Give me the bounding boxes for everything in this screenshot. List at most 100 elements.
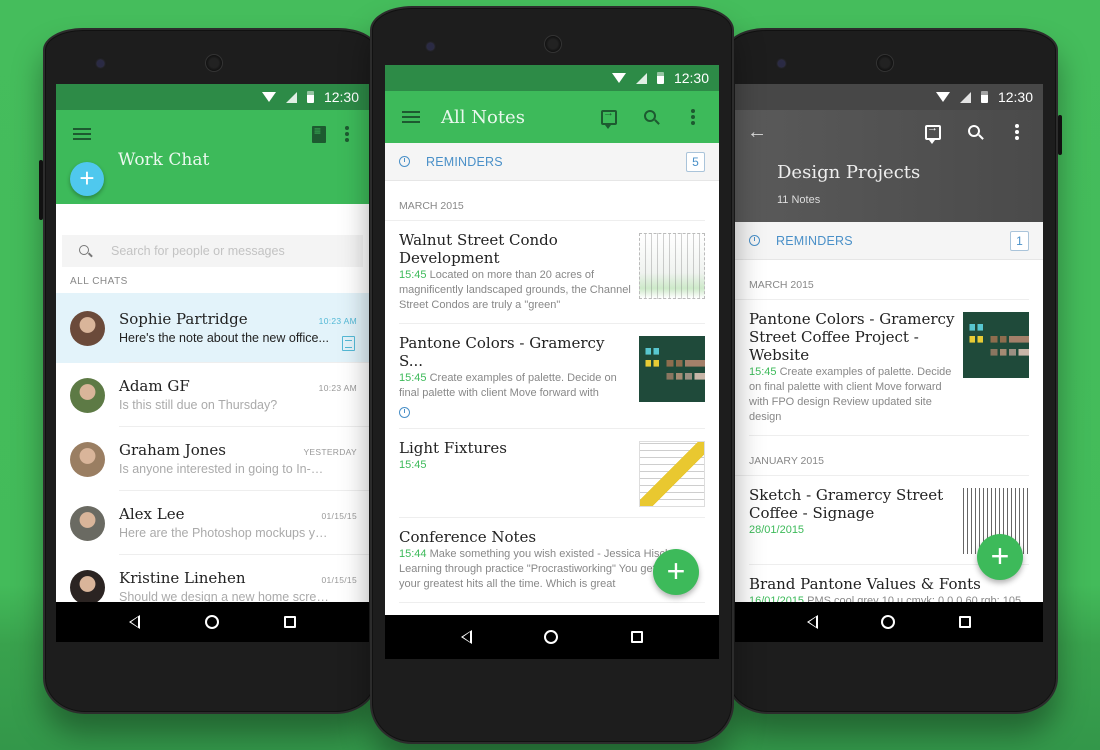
search-button[interactable] <box>963 120 987 144</box>
avatar <box>70 310 105 346</box>
note-title: Light Fixtures <box>399 439 507 457</box>
page-title: Work Chat <box>118 150 210 170</box>
note-thumbnail <box>639 441 705 507</box>
status-time: 12:30 <box>323 89 359 105</box>
note-snippet: 15:45 Create examples of palette. Decide… <box>749 365 957 425</box>
chat-header: Kristine Linehen 01/15/15 <box>119 569 357 587</box>
status-time: 12:30 <box>673 70 709 86</box>
chat-header: Sophie Partridge 10:23 AM <box>119 310 357 328</box>
kebab-icon <box>691 115 695 119</box>
alarm-icon <box>399 407 410 418</box>
home-nav-icon[interactable] <box>204 615 219 629</box>
chat-message: Is anyone interested in going to In-N-Ou… <box>119 462 329 476</box>
note-item[interactable]: Pantone Colors - Gramercy S... 15:45 Crea… <box>399 324 705 429</box>
note-snippet-text: Create examples of palette. Decide on fi… <box>399 372 617 399</box>
note-text: Pantone Colors - Gramercy S... 15:45 Crea… <box>399 334 639 418</box>
note-attachment-icon[interactable] <box>342 336 355 351</box>
signal-icon <box>959 91 971 103</box>
new-chat-button[interactable]: + <box>70 162 104 196</box>
menu-button[interactable] <box>70 122 94 146</box>
nav-bar <box>56 602 369 642</box>
battery-icon <box>980 91 988 103</box>
earpiece-speaker <box>876 54 894 72</box>
avatar <box>70 569 105 605</box>
note-timestamp: 15:45 <box>399 459 427 471</box>
power-button <box>1058 115 1062 155</box>
chat-name: Sophie Partridge <box>119 310 248 328</box>
note-thumbnail <box>639 336 705 402</box>
note-title: Sketch - Gramercy Street Coffee - Signag… <box>749 486 944 522</box>
notebook-button[interactable] <box>307 122 331 146</box>
avatar <box>70 441 105 477</box>
volume-button <box>39 160 43 220</box>
note-timestamp: 28/01/2015 <box>749 524 805 536</box>
document-icon <box>312 124 326 143</box>
status-time: 12:30 <box>997 89 1033 105</box>
note-snippet: 15:45 Located on more than 20 acres of m… <box>399 268 633 313</box>
back-nav-icon[interactable] <box>128 615 140 629</box>
note-text: Sketch - Gramercy Street Coffee - Signag… <box>749 486 963 554</box>
recents-nav-icon[interactable] <box>630 631 643 643</box>
reminders-bar[interactable]: REMINDERS 5 <box>385 143 719 181</box>
chat-time: 01/15/15 <box>321 511 357 521</box>
work-chat-button[interactable] <box>921 120 945 144</box>
chat-row[interactable]: Sophie Partridge 10:23 AM Here's the note … <box>56 293 369 363</box>
reminders-count: 5 <box>686 151 705 172</box>
search-bar[interactable] <box>62 235 363 267</box>
phone-design-projects: 12:30 ← Design Projects 11 Notes REMINDE… <box>726 28 1062 714</box>
recents-nav-icon[interactable] <box>959 616 972 628</box>
month-header: JANUARY 2015 <box>735 436 1029 476</box>
notes-list: MARCH 2015 Pantone Colors - Gramercy Stre… <box>735 260 1043 642</box>
reminders-bar[interactable]: REMINDERS 1 <box>735 222 1043 260</box>
recents-nav-icon[interactable] <box>284 616 297 628</box>
signal-icon <box>635 72 647 84</box>
new-note-button[interactable]: + <box>653 549 699 595</box>
work-chat-screen: 12:30 Work Chat + ALL CHATS Sophie Partr… <box>56 84 369 642</box>
note-text: Walnut Street Condo Development 15:45 Loc… <box>399 231 639 313</box>
back-nav-icon[interactable] <box>461 630 473 644</box>
reminders-label: REMINDERS <box>426 154 503 169</box>
note-item[interactable]: Walnut Street Condo Development 15:45 Loc… <box>399 221 705 324</box>
chat-body: Adam GF 10:23 AM Is this still due on Thur… <box>119 363 369 427</box>
home-nav-icon[interactable] <box>544 630 559 644</box>
month-header: MARCH 2015 <box>385 181 705 221</box>
chat-list: Sophie Partridge 10:23 AM Here's the note … <box>56 293 369 619</box>
back-button[interactable]: ← <box>745 120 769 144</box>
search-input[interactable] <box>111 244 311 258</box>
home-nav-icon[interactable] <box>881 615 896 629</box>
chat-name: Graham Jones <box>119 441 226 459</box>
more-options-button[interactable] <box>681 105 705 129</box>
note-thumbnail <box>963 312 1029 378</box>
new-note-button[interactable]: + <box>977 534 1023 580</box>
more-options-button[interactable] <box>1005 120 1029 144</box>
note-title: Conference Notes <box>399 528 537 546</box>
status-bar: 12:30 <box>56 84 369 110</box>
alarm-icon <box>399 156 410 167</box>
note-thumbnail <box>639 233 705 299</box>
chat-name: Adam GF <box>119 377 190 395</box>
chat-row[interactable]: Alex Lee 01/15/15 Here are the Photoshop m… <box>56 491 369 555</box>
kebab-icon <box>345 132 349 136</box>
phone-work-chat: 12:30 Work Chat + ALL CHATS Sophie Partr… <box>39 28 378 714</box>
chat-header: Adam GF 10:23 AM <box>119 377 357 395</box>
work-chat-icon <box>601 107 617 129</box>
note-item[interactable]: Light Fixtures 15:45 <box>399 429 705 518</box>
chat-time: YESTERDAY <box>303 447 357 457</box>
chat-header: Alex Lee 01/15/15 <box>119 505 357 523</box>
hamburger-icon <box>402 111 420 123</box>
nav-bar <box>385 615 719 659</box>
back-nav-icon[interactable] <box>806 615 818 629</box>
work-chat-button[interactable] <box>597 105 621 129</box>
reminders-count: 1 <box>1010 230 1029 251</box>
chat-row[interactable]: Graham Jones YESTERDAY Is anyone intereste… <box>56 427 369 491</box>
menu-button[interactable] <box>399 105 423 129</box>
note-item[interactable]: Pantone Colors - Gramercy Street Coffee … <box>749 300 1029 436</box>
more-options-button[interactable] <box>335 122 359 146</box>
chat-row[interactable]: Adam GF 10:23 AM Is this still due on Thur… <box>56 363 369 427</box>
earpiece-speaker <box>544 35 562 53</box>
notes-list: MARCH 2015 Walnut Street Condo Developmen… <box>385 181 719 603</box>
search-icon <box>967 124 980 137</box>
status-bar: 12:30 <box>385 65 719 91</box>
reminders-label: REMINDERS <box>776 233 853 248</box>
search-button[interactable] <box>639 105 663 129</box>
